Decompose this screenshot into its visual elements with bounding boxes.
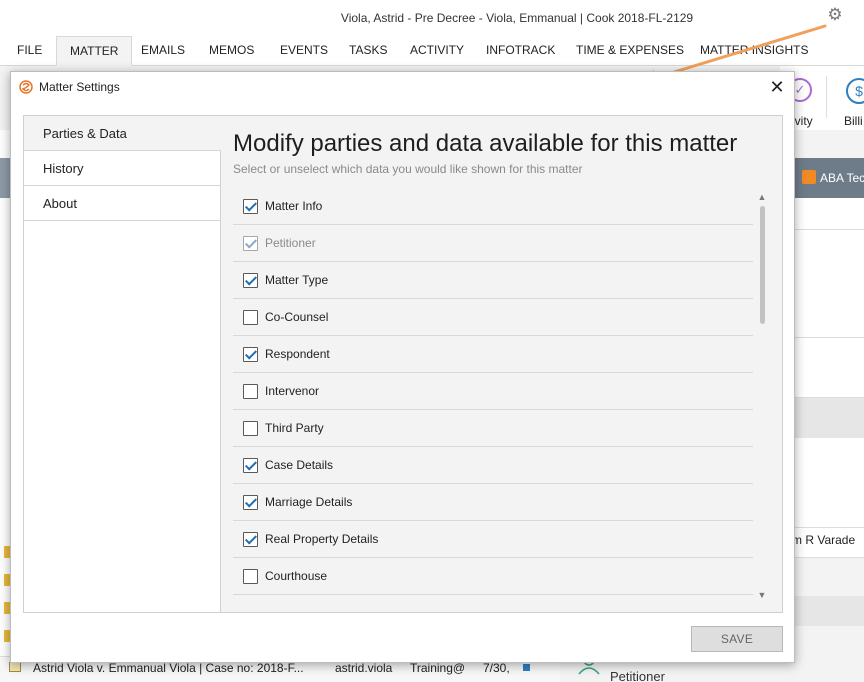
checklist-label: Real Property Details [265,532,379,546]
menu-emails[interactable]: EMAILS [141,36,185,66]
checklist-row[interactable]: Matter Info [233,188,753,225]
checkbox[interactable] [243,421,258,436]
checklist-row[interactable]: Matter Type [233,262,753,299]
checklist-label: Respondent [265,347,330,361]
menu-file[interactable]: FILE [17,36,42,66]
petitioner-label: Petitioner [610,669,665,682]
app-logo-icon [19,80,33,94]
save-button[interactable]: SAVE [691,626,783,652]
menu-matter[interactable]: MATTER [56,36,133,66]
menu-tasks[interactable]: TASKS [349,36,387,66]
menu-events[interactable]: EVENTS [280,36,328,66]
billing-ribbon-label[interactable]: Billi [844,114,863,128]
checkbox[interactable] [243,310,258,325]
row-date: 7/30, [483,661,510,675]
panel-subheading: Select or unselect which data you would … [233,162,583,176]
menu-memos[interactable]: MEMOS [209,36,254,66]
checkbox[interactable] [243,495,258,510]
dialog-body: Parties & Data History About Modify part… [23,115,783,613]
nav-history[interactable]: History [24,151,221,186]
checkbox[interactable] [243,199,258,214]
checklist-row[interactable]: Courthouse [233,558,753,595]
checkbox[interactable] [243,458,258,473]
close-icon[interactable]: ✕ [766,76,788,98]
checkbox[interactable] [243,532,258,547]
panel-heading: Modify parties and data available for th… [233,130,738,157]
dialog-title: Matter Settings [39,80,120,94]
envelope-icon [9,662,21,672]
matter-settings-dialog: Matter Settings ✕ Parties & Data History… [10,71,795,663]
checklist-label: Marriage Details [265,495,353,509]
menu-infotrack[interactable]: INFOTRACK [486,36,555,66]
unread-marker [523,664,530,671]
checkbox [243,236,258,251]
contact-name[interactable]: m R Varade [792,533,855,547]
list-scrollbar[interactable]: ▲ ▼ [755,188,769,600]
row-user: astrid.viola [335,661,393,675]
checklist-label: Third Party [265,421,324,435]
menu-activity[interactable]: ACTIVITY [410,36,464,66]
checklist-row[interactable]: Marriage Details [233,484,753,521]
data-checklist: Matter Info Petitioner Matter Type Co-Couns… [233,188,753,597]
checklist-row[interactable]: Respondent [233,336,753,373]
nav-about[interactable]: About [24,186,221,221]
chevron-up-icon[interactable]: ▲ [755,190,769,204]
row-matter: Astrid Viola v. Emmanual Viola | Case no… [33,661,304,675]
checklist-label: Case Details [265,458,334,472]
scrollbar-track[interactable] [760,206,765,586]
dollar-icon[interactable]: $ [846,78,864,104]
checkbox[interactable] [243,569,258,584]
checklist-label: Matter Info [265,199,323,213]
checklist-row[interactable]: Real Property Details [233,521,753,558]
checkbox[interactable] [243,347,258,362]
activity-ribbon-label[interactable]: ivity [792,114,813,128]
checklist-label: Matter Type [265,273,329,287]
checklist-label: Petitioner [265,236,316,250]
checklist-row[interactable]: Intervenor [233,373,753,410]
chevron-down-icon[interactable]: ▼ [755,588,769,602]
parties-data-panel: Modify parties and data available for th… [222,116,782,612]
firm-logo-icon [802,170,816,184]
checklist-label: Co-Counsel [265,310,329,324]
firm-tab[interactable]: ABA Tech S [794,158,864,198]
scrollbar-thumb[interactable] [760,206,765,324]
checklist-row[interactable]: Third Party [233,410,753,447]
checkbox[interactable] [243,273,258,288]
checkbox[interactable] [243,384,258,399]
checklist-label: Courthouse [265,569,328,583]
checklist-row[interactable]: Case Details [233,447,753,484]
settings-nav: Parties & Data History About [24,116,221,612]
dialog-header: Matter Settings ✕ [11,72,794,102]
checklist-row[interactable]: Co-Counsel [233,299,753,336]
checklist-row[interactable]: Petitioner [233,225,753,262]
nav-parties-data[interactable]: Parties & Data [24,116,221,151]
row-category: Training@ [410,661,466,675]
folder-markers [0,540,10,660]
checklist-label: Intervenor [265,384,320,398]
firm-tab-label: ABA Tech S [820,171,864,185]
